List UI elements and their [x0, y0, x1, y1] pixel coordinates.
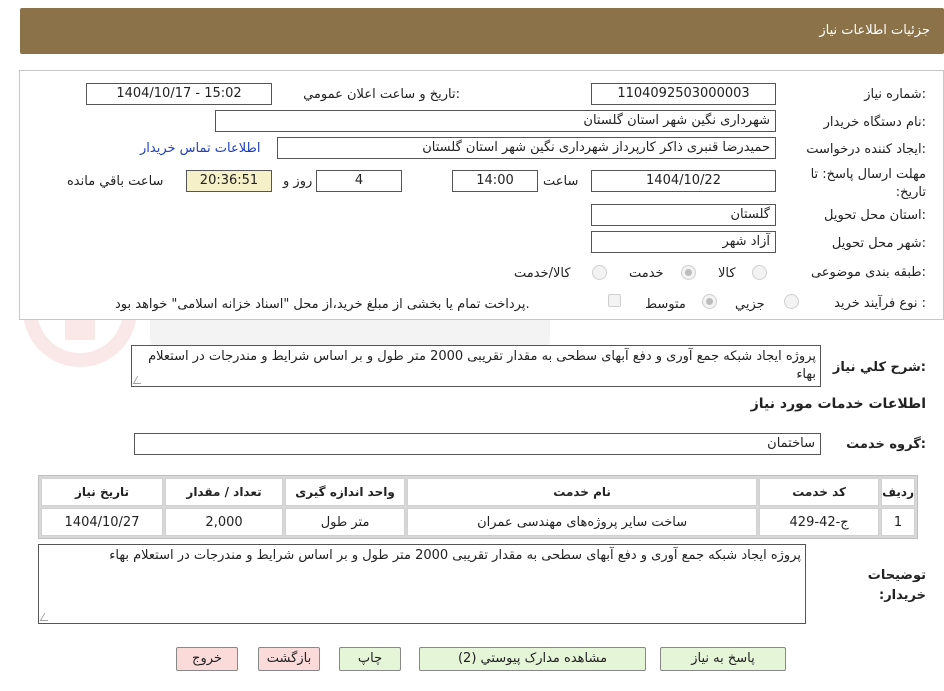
- col-row-number: رديف: [881, 478, 915, 506]
- cell-quantity: 2,000: [165, 508, 284, 536]
- table-row[interactable]: 1 ج-42-429 ساخت سایر پروژه‌های مهندسی عم…: [41, 508, 915, 536]
- province-label: استان محل تحویل:: [824, 208, 926, 223]
- services-section-title: اطلاعات خدمات مورد نياز: [750, 396, 926, 412]
- col-service-code: کد خدمت: [759, 478, 880, 506]
- buyer-notes-textarea[interactable]: پروژه ایجاد شبکه جمع آوری و دفع آبهای سط…: [38, 544, 806, 624]
- category-service-label: خدمت: [629, 266, 664, 281]
- col-unit: واحد اندازه گيری: [285, 478, 406, 506]
- city-label: شهر محل تحویل:: [831, 236, 926, 251]
- buyer-contact-link[interactable]: اطلاعات تماس خريدار: [140, 141, 260, 156]
- creator-label: ايجاد كننده درخواست:: [806, 142, 926, 157]
- remaining-label: ساعت باقي مانده: [67, 174, 164, 189]
- announce-datetime-field[interactable]: 1404/10/17 - 15:02: [86, 83, 272, 105]
- deadline-time-field[interactable]: 14:00: [452, 170, 538, 192]
- resize-grip-icon[interactable]: [132, 376, 146, 384]
- category-goods-service-label: کالا/خدمت: [514, 266, 571, 281]
- col-need-date: تاريخ نياز: [41, 478, 164, 506]
- days-label: روز و: [283, 174, 313, 189]
- summary-label: شرح کلي نياز:: [832, 360, 926, 375]
- page-title: جزئیات اطلاعات نیاز: [819, 23, 930, 38]
- announce-label: تاریخ و ساعت اعلان عمومي:: [303, 87, 460, 102]
- need-number-label: شماره نیاز:: [864, 87, 926, 102]
- city-field[interactable]: آزاد شهر: [591, 231, 776, 253]
- process-label: نوع فرآیند خرید :: [834, 296, 926, 311]
- cell-row-number: 1: [881, 508, 915, 536]
- exit-button[interactable]: خروج: [176, 647, 238, 671]
- deadline-date-field[interactable]: 1404/10/22: [591, 170, 776, 192]
- process-medium-radio[interactable]: [702, 294, 717, 309]
- category-goods-service-radio[interactable]: [592, 265, 607, 280]
- attachments-button[interactable]: مشاهده مدارک پيوستي (2): [419, 647, 646, 671]
- category-label: طبقه بندی موضوعی:: [810, 265, 926, 280]
- col-quantity: تعداد / مقدار: [165, 478, 284, 506]
- category-goods-label: کالا: [718, 266, 736, 281]
- category-service-radio[interactable]: [681, 265, 696, 280]
- cell-unit: متر طول: [285, 508, 406, 536]
- col-service-name: نام خدمت: [407, 478, 758, 506]
- deadline-label: مهلت ارسال پاسخ: تا تاريخ:: [810, 167, 926, 200]
- cell-need-date: 1404/10/27: [41, 508, 164, 536]
- services-table: رديف کد خدمت نام خدمت واحد اندازه گيری ت…: [38, 475, 918, 539]
- page-header: جزئیات اطلاعات نیاز: [20, 8, 944, 54]
- treasury-checkbox[interactable]: [608, 294, 621, 307]
- cell-service-code: ج-42-429: [759, 508, 880, 536]
- buyer-notes-label: توضيحات خريدار:: [867, 568, 926, 603]
- print-button[interactable]: چاپ: [339, 647, 401, 671]
- need-number-field[interactable]: 1104092503000003: [591, 83, 776, 105]
- province-field[interactable]: گلستان: [591, 204, 776, 226]
- table-header-row: رديف کد خدمت نام خدمت واحد اندازه گيری ت…: [41, 478, 915, 506]
- service-group-field[interactable]: ساختمان: [134, 433, 821, 455]
- service-group-label: گروه خدمت:: [846, 437, 926, 452]
- buyer-notes-text: پروژه ایجاد شبکه جمع آوری و دفع آبهای سط…: [109, 548, 801, 563]
- summary-text: پروژه ایجاد شبکه جمع آوری و دفع آبهای سط…: [148, 349, 816, 382]
- days-remaining-field[interactable]: 4: [316, 170, 402, 192]
- remaining-time-field: 20:36:51: [186, 170, 272, 192]
- buyer-org-field[interactable]: شهرداری نگین شهر استان گلستان: [215, 110, 776, 132]
- resize-grip-icon[interactable]: [39, 613, 53, 621]
- back-button[interactable]: بازگشت: [258, 647, 320, 671]
- deadline-time-label: ساعت: [543, 174, 579, 189]
- reply-button[interactable]: پاسخ به نياز: [660, 647, 786, 671]
- creator-field[interactable]: حمیدرضا قنبری ذاکر کارپرداز شهرداری نگین…: [277, 137, 776, 159]
- category-goods-radio[interactable]: [752, 265, 767, 280]
- summary-textarea[interactable]: پروژه ایجاد شبکه جمع آوری و دفع آبهای سط…: [131, 345, 821, 387]
- process-minor-label: جزيي: [735, 297, 765, 312]
- process-medium-label: متوسط: [645, 297, 686, 312]
- process-minor-radio[interactable]: [784, 294, 799, 309]
- buyer-org-label: نام دستگاه خريدار:: [823, 115, 926, 130]
- payment-note: پرداخت تمام یا بخشی از مبلغ خرید،از محل …: [115, 297, 530, 312]
- cell-service-name: ساخت سایر پروژه‌های مهندسی عمران: [407, 508, 758, 536]
